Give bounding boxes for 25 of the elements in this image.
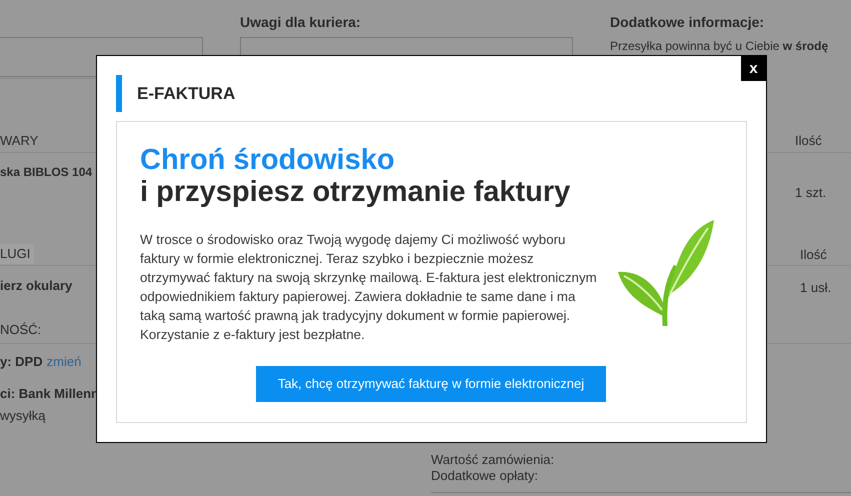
section-heading: Dodatkowe informacje: xyxy=(610,13,764,32)
delivery-note: Przesyłka powinna być u Ciebie w środę xyxy=(610,38,828,55)
sprout-icon xyxy=(618,218,714,326)
modal-title: E-FAKTURA xyxy=(137,82,236,105)
product-name: ska BIBLOS 104 xyxy=(0,164,92,181)
service-name: ierz okulary xyxy=(0,277,72,295)
headline: Chroń środowisko xyxy=(140,144,396,176)
column-header: LUGI xyxy=(0,244,34,264)
accept-button[interactable]: Tak, chcę otrzymywać fakturę w formie elektronicznej xyxy=(256,366,606,402)
payment-note: wysyłką xyxy=(0,407,46,425)
close-button[interactable]: x xyxy=(741,56,766,81)
quantity-text: 1 usł. xyxy=(800,279,832,297)
field-label: Uwagi dla kuriera: xyxy=(240,13,361,32)
quantity-text: 1 szt. xyxy=(795,184,826,202)
change-link[interactable]: zmień xyxy=(46,352,82,372)
column-header: Ilość xyxy=(795,132,822,150)
summary-label: Dodatkowe opłaty: xyxy=(431,467,538,485)
description-text: W trosce o środowisko oraz Twoją wygodę dajemy Ci możliwość wyboru faktury w formie elektronicznej. Teraz szybko i bezpiecznie możesz otrzymywać faktury na swoją skrzynkę mailową. E-faktura jest elektronicznym odpowiednikiem faktury papierowej. Zawiera dokładnie te same dane i ma taką samą wartość prawną jak tradycyjny dokument w formie papierowej. Korzystanie z e-faktury jest bezpłatne. xyxy=(140,231,598,344)
headline: i przyspiesz otrzymanie faktury xyxy=(140,176,572,208)
section-heading: NOŚĆ: xyxy=(0,321,42,339)
accent-bar xyxy=(116,75,122,112)
courier-label: y: DPD xyxy=(0,353,43,371)
column-header: Ilość xyxy=(800,246,827,264)
column-header: WARY xyxy=(0,132,38,150)
summary-label: Wartość zamówienia: xyxy=(431,451,554,469)
